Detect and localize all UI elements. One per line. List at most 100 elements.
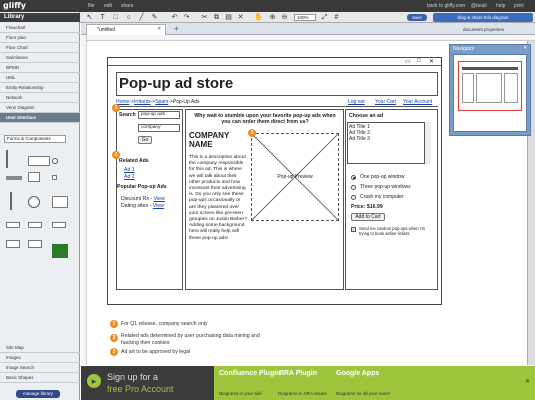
cart-link[interactable]: Your Cart — [375, 99, 396, 105]
view-link[interactable]: View — [153, 203, 164, 209]
color-picker-shape[interactable] — [52, 244, 68, 258]
sidebar-item-images[interactable]: Images — [0, 353, 80, 363]
grid-icon[interactable]: # — [332, 13, 341, 22]
google-apps-title[interactable]: Google Apps — [336, 370, 379, 377]
scrollbar-shape[interactable] — [6, 176, 22, 180]
sidebar-item-image-search[interactable]: Image Search — [0, 363, 80, 373]
view-link[interactable]: View — [154, 196, 165, 202]
account-link-wire[interactable]: Your Account — [403, 99, 432, 105]
ad-list-item[interactable]: Ad Title 3 — [349, 136, 370, 142]
navigator-panel[interactable]: Navigator ✕ — [449, 44, 531, 136]
sidebar-item-floorplan[interactable]: Floor plan — [0, 33, 80, 43]
tab-shape[interactable] — [28, 240, 42, 248]
gliffy-logo[interactable]: gliffy — [3, 1, 26, 10]
confluence-plugin-title[interactable]: Confluence Plugin — [219, 370, 280, 377]
signup-line2[interactable]: free Pro Account — [107, 384, 174, 394]
navigator-preview[interactable] — [453, 54, 527, 132]
blog-share-button[interactable]: blog & share this diagram — [433, 13, 533, 22]
copy-icon[interactable]: ⧉ — [212, 13, 221, 22]
zoom-in-icon[interactable]: ⊕ — [268, 13, 277, 22]
redo-icon[interactable]: ↷ — [182, 13, 191, 22]
sidebar-item-site-map[interactable]: Site Map — [0, 343, 80, 353]
search-input[interactable]: company — [138, 124, 180, 132]
vslider-shape[interactable] — [10, 192, 12, 210]
print-link[interactable]: print — [514, 3, 524, 9]
zoom-out-icon[interactable]: ⊖ — [280, 13, 289, 22]
signup-panel[interactable]: ▸ Sign up for a free Pro Account — [81, 366, 214, 400]
back-link[interactable]: back to gliffy.com — [427, 3, 465, 9]
zoom-select[interactable]: 100% — [294, 14, 316, 21]
logout-link[interactable]: Log out — [348, 99, 365, 105]
text-icon[interactable]: T — [98, 13, 107, 22]
menu-share[interactable]: share — [121, 3, 134, 9]
radio-crash[interactable] — [351, 195, 356, 200]
manage-library-button[interactable]: manage library — [16, 390, 60, 398]
toolbar: ↖ T □ ○ ╱ ✎ ↶ ↷ ✂ ⧉ ▤ ✕ ✋ ⊕ ⊖ 100% ⤢ # s… — [80, 12, 535, 23]
note-text: Ad art to be approved by legal — [121, 349, 191, 355]
go-button[interactable]: Go — [138, 136, 152, 144]
undo-icon[interactable]: ↶ — [170, 13, 179, 22]
close-tab-icon[interactable]: ✕ — [157, 26, 161, 32]
google-apps-sub: Diagrams for all your users — [336, 391, 390, 396]
image-shape[interactable] — [28, 172, 40, 182]
sidebar-item-flowchart[interactable]: Flowchart — [0, 23, 80, 33]
sidebar-item-flow-chart[interactable]: Flow Chart — [0, 43, 80, 53]
radio-three-popups[interactable] — [351, 185, 356, 190]
knob-shape[interactable] — [28, 196, 40, 208]
checkbox-shape[interactable] — [52, 175, 57, 180]
delete-icon[interactable]: ✕ — [236, 13, 245, 22]
related-ad-link[interactable]: Ad 1 — [124, 167, 135, 173]
signup-line1[interactable]: Sign up for a — [107, 372, 158, 382]
button-shape[interactable] — [6, 222, 20, 228]
cut-icon[interactable]: ✂ — [200, 13, 209, 22]
sidebar-item-uml[interactable]: UML — [0, 73, 80, 83]
hand-icon[interactable]: ✋ — [254, 13, 263, 22]
sidebar-item-basic-shapes[interactable]: Basic Shapes — [0, 373, 80, 383]
tab-untitled[interactable]: *untitled — [86, 24, 166, 35]
promo-banner[interactable]: ▸ Sign up for a free Pro Account Conflue… — [81, 366, 535, 400]
radio-one-popup[interactable] — [351, 175, 356, 180]
wireframe-titlebar — [108, 58, 441, 66]
random-popups-checkbox[interactable]: ✓ — [351, 227, 356, 232]
sidebar-item-bpmn[interactable]: BPMN — [0, 63, 80, 73]
rectangle-icon[interactable]: □ — [111, 13, 120, 22]
save-button[interactable]: save — [407, 14, 427, 21]
listbox-scrollbar[interactable] — [424, 122, 431, 164]
add-to-cart-button[interactable]: Add to Cart — [351, 213, 385, 221]
breadcrumb-irritants[interactable]: Irritants — [134, 99, 151, 105]
add-tab-icon[interactable]: + — [174, 24, 179, 33]
jira-plugin-title[interactable]: JIRA Plugin — [278, 370, 317, 377]
breadcrumb-current: Pop-Up Ads — [172, 99, 200, 105]
help-link[interactable]: help — [496, 3, 505, 9]
ellipse-icon[interactable]: ○ — [124, 13, 133, 22]
sidebar-item-user-interface[interactable]: User Interface — [0, 113, 80, 123]
forms-components-select[interactable]: Forms & Components — [4, 135, 66, 143]
sidebar-item-venn[interactable]: Venn Diagram — [0, 103, 80, 113]
navigator-close-icon[interactable]: ✕ — [523, 45, 527, 51]
sidebar-item-network[interactable]: Network — [0, 93, 80, 103]
related-ad-link[interactable]: Ad 2 — [124, 174, 135, 180]
menu-edit[interactable]: edit — [104, 3, 112, 9]
pointer-icon[interactable]: ↖ — [85, 13, 94, 22]
combo-shape[interactable] — [52, 222, 66, 228]
radio-shape[interactable] — [52, 158, 58, 164]
fit-icon[interactable]: ⤢ — [320, 13, 329, 22]
arrow-right-icon[interactable]: ▸ — [87, 374, 101, 388]
menu-file[interactable]: file — [88, 3, 94, 9]
panel-shape[interactable] — [52, 196, 68, 208]
list-shape[interactable] — [6, 240, 20, 248]
document-properties-link[interactable]: document properties — [463, 27, 504, 32]
sidebar-item-er[interactable]: Entity-Relationship — [0, 83, 80, 93]
window-shape[interactable] — [28, 156, 50, 166]
option-label: One pop-up window — [360, 174, 405, 180]
sidebar-item-swimlanes[interactable]: Swimlanes — [0, 53, 80, 63]
input-shape[interactable] — [28, 222, 42, 228]
line-icon[interactable]: ╱ — [137, 13, 146, 22]
breadcrumb-spam[interactable]: Spam — [155, 99, 168, 105]
search-select[interactable]: pop-up ads — [138, 111, 180, 119]
slider-shape[interactable] — [6, 150, 16, 168]
account-link[interactable]: @beail — [471, 3, 487, 9]
pencil-icon[interactable]: ✎ — [150, 13, 159, 22]
paste-icon[interactable]: ▤ — [224, 13, 233, 22]
banner-close-icon[interactable]: ✕ — [525, 378, 530, 385]
